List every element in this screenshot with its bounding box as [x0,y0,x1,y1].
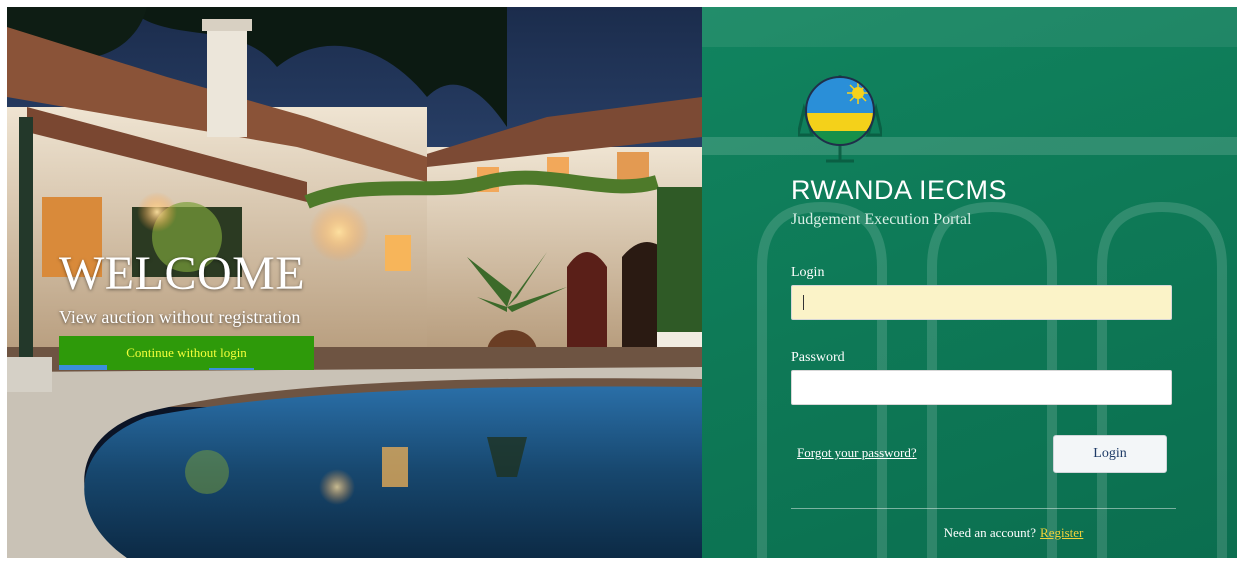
register-link[interactable]: Register [1040,525,1083,540]
portal-title: RWANDA IECMS [791,175,1008,205]
login-page: WELCOME View auction without registratio… [7,7,1237,558]
text-cursor [803,295,804,310]
button-accent-bar [59,365,107,370]
welcome-heading: WELCOME [59,247,306,300]
login-panel: RWANDA IECMS Judgement Execution Portal … [702,7,1237,558]
continue-without-login-button[interactable]: Continue without login [59,336,314,370]
register-row: Need an account? Register [702,525,1237,541]
continue-button-label: Continue without login [126,345,247,360]
button-accent-bar [209,368,254,370]
background-arches-watermark [702,7,1237,558]
divider [791,508,1176,509]
hero-photo-panel: WELCOME View auction without registratio… [7,7,702,558]
password-label: Password [791,350,845,365]
password-input[interactable] [791,370,1172,405]
login-button[interactable]: Login [1053,435,1167,473]
login-label: Login [791,265,825,280]
need-account-text: Need an account? [943,525,1037,540]
forgot-password-link[interactable]: Forgot your password? [797,445,917,461]
login-input[interactable] [791,285,1172,320]
hero-subtitle: View auction without registration [59,307,301,327]
hero-text-block: WELCOME View auction without registratio… [59,247,314,370]
rwanda-flag-emblem-icon [798,75,882,163]
portal-subtitle: Judgement Execution Portal [791,211,972,228]
